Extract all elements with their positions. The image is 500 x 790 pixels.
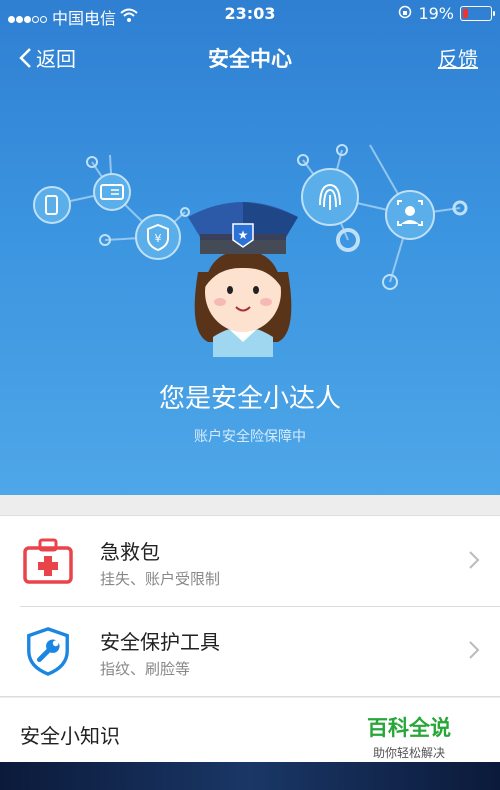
item-title: 安全保护工具 bbox=[100, 630, 220, 654]
hero-title: 您是安全小达人 bbox=[158, 384, 341, 414]
list-item-first-aid[interactable]: 急救包 挂失、账户受限制 bbox=[0, 516, 500, 606]
navigation-bar: 返回 安全中心 反馈 bbox=[0, 38, 500, 78]
svg-text:¥: ¥ bbox=[155, 232, 162, 245]
battery-percent: 19% bbox=[418, 4, 454, 23]
list-item-security-tools[interactable]: 安全保护工具 指纹、刷脸等 bbox=[0, 606, 500, 696]
hero-subtitle: 账户安全险保障中 bbox=[194, 429, 306, 445]
first-aid-kit-icon bbox=[23, 538, 73, 584]
knowledge-banner-image[interactable] bbox=[0, 762, 500, 790]
item-subtitle: 指纹、刷脸等 bbox=[100, 660, 191, 678]
battery-icon bbox=[460, 6, 495, 21]
svg-text:★: ★ bbox=[238, 228, 249, 242]
watermark-brand: 百科全说 bbox=[367, 716, 451, 740]
service-list: 急救包 挂失、账户受限制 安全保护工具 指纹、刷脸等 bbox=[0, 515, 500, 697]
item-title: 急救包 bbox=[100, 540, 160, 564]
watermark-slogan: 助你轻松解决 bbox=[372, 746, 445, 760]
section-title: 安全小知识 bbox=[20, 724, 120, 748]
watermark-logo: 百科全说 助你轻松解决 bbox=[350, 704, 468, 762]
page-title: 安全中心 bbox=[208, 47, 292, 71]
status-bar: 中国电信 23:03 19% bbox=[0, 0, 500, 28]
feedback-link[interactable]: 反馈 bbox=[438, 43, 478, 72]
chevron-right-icon bbox=[469, 641, 480, 659]
rotation-lock-icon bbox=[398, 4, 412, 23]
shield-wrench-icon bbox=[27, 627, 69, 676]
police-avatar: ★ bbox=[188, 202, 298, 357]
hero-section: ¥ ★ 中国电信 23:03 19% 返回 安全中心 反馈 您是安全小达人 账户… bbox=[0, 0, 500, 495]
chevron-right-icon bbox=[469, 551, 480, 569]
item-subtitle: 挂失、账户受限制 bbox=[100, 570, 221, 588]
